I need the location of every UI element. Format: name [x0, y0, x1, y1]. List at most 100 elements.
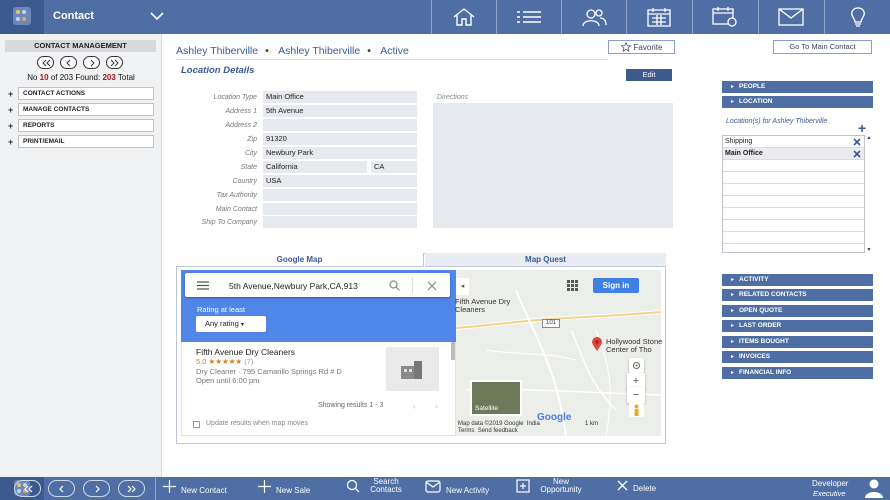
bottom-next-button[interactable]: [83, 480, 110, 497]
pegman-icon[interactable]: [629, 403, 644, 417]
hamburger-menu-icon[interactable]: [197, 281, 209, 290]
bottom-last-button[interactable]: [118, 480, 145, 497]
list-item: [723, 220, 864, 232]
collapse-panel-caret-icon[interactable]: ◂: [456, 278, 469, 295]
map-scale: 1 km: [585, 421, 599, 427]
new-opportunity-button[interactable]: New Opportunity: [516, 478, 587, 494]
result-thumbnail[interactable]: [386, 347, 439, 391]
directions-field[interactable]: [433, 103, 673, 228]
map-place-label[interactable]: Fifth Avenue Dry Cleaners: [455, 298, 515, 314]
tab-map-quest[interactable]: Map Quest: [425, 253, 666, 267]
home-icon[interactable]: [431, 0, 496, 34]
location-button[interactable]: LOCATION: [722, 96, 873, 108]
calendar-icon[interactable]: [626, 0, 691, 34]
locations-scrollbar[interactable]: ▲ ▼: [865, 135, 873, 253]
prev-results-chevron-icon[interactable]: ‹: [413, 401, 416, 411]
list-icon[interactable]: [496, 0, 561, 34]
calendar-gear-icon[interactable]: [692, 0, 757, 34]
main-contact-field[interactable]: [263, 203, 417, 215]
tab-google-map[interactable]: Google Map: [176, 253, 424, 267]
apps-grid-icon[interactable]: [567, 280, 578, 291]
go-to-main-contact-button[interactable]: Go To Main Contact: [773, 40, 872, 54]
next-results-chevron-icon[interactable]: ›: [435, 401, 438, 411]
new-sale-button[interactable]: New Sale: [258, 478, 310, 495]
rating-dropdown[interactable]: Any rating ▾: [196, 316, 266, 332]
delete-location-icon[interactable]: [853, 150, 861, 158]
prev-record-button[interactable]: [60, 56, 77, 69]
location-row-main-office[interactable]: Main Office: [723, 148, 864, 160]
satellite-toggle[interactable]: Satellite: [470, 380, 522, 416]
user-avatar-icon[interactable]: [864, 478, 884, 498]
location-row-shipping[interactable]: Shipping: [723, 136, 864, 148]
items-bought-button[interactable]: ITEMS BOUGHT: [722, 336, 873, 348]
location-type-field[interactable]: Main Office: [263, 91, 417, 103]
bottom-first-button[interactable]: [14, 480, 41, 497]
print-email-button[interactable]: PRINT/EMAIL: [18, 135, 154, 148]
state-field[interactable]: California: [263, 161, 367, 173]
invoices-button[interactable]: INVOICES: [722, 351, 873, 363]
close-icon[interactable]: [427, 281, 437, 291]
zip-field[interactable]: 91320: [263, 133, 417, 145]
first-record-button[interactable]: [37, 56, 54, 69]
lightbulb-icon[interactable]: [824, 0, 890, 34]
update-results-label: Update results when map moves: [206, 420, 308, 427]
people-icon[interactable]: [561, 0, 626, 34]
plus-icon: +: [8, 89, 14, 99]
result-name[interactable]: Fifth Avenue Dry Cleaners: [196, 347, 295, 357]
results-scrollbar[interactable]: [451, 342, 455, 360]
add-location-plus-icon[interactable]: +: [858, 121, 866, 135]
tax-authority-field[interactable]: [263, 189, 417, 201]
reports-button[interactable]: REPORTS: [18, 119, 154, 132]
open-quote-button[interactable]: OPEN QUOTE: [722, 305, 873, 317]
chevron-right-icon: [90, 59, 95, 66]
delete-button[interactable]: Delete: [617, 478, 656, 493]
people-button[interactable]: PEOPLE: [722, 81, 873, 93]
new-contact-button[interactable]: New Contact: [163, 478, 227, 495]
contact-actions-button[interactable]: CONTACT ACTIONS: [18, 87, 154, 100]
edit-button[interactable]: Edit: [626, 69, 672, 81]
map-search-input[interactable]: 5th Avenue,Newbury Park,CA,913: [229, 281, 358, 291]
delete-location-icon[interactable]: [853, 138, 861, 146]
state-code-field[interactable]: CA: [371, 161, 417, 173]
activity-button[interactable]: ACTIVITY: [722, 274, 873, 286]
bottom-prev-button[interactable]: [48, 480, 75, 497]
contact-company[interactable]: Ashley Thiberville: [278, 45, 360, 57]
update-results-checkbox[interactable]: [193, 421, 200, 428]
mail-icon[interactable]: [758, 0, 823, 34]
favorite-button[interactable]: Favorite: [608, 40, 675, 54]
plus-icon: +: [8, 105, 14, 115]
highway-shield: 101: [542, 319, 560, 328]
left-panel: [0, 34, 162, 477]
app-menu-chevron-icon[interactable]: [150, 11, 164, 21]
chevron-left-icon: [58, 485, 63, 492]
contact-name[interactable]: Ashley Thiberville: [176, 45, 258, 57]
sign-in-button[interactable]: Sign in: [593, 278, 639, 293]
search-icon[interactable]: [389, 280, 400, 291]
address1-field[interactable]: 5th Avenue: [263, 105, 417, 117]
address2-field[interactable]: [263, 119, 417, 131]
app-logo[interactable]: [0, 0, 44, 34]
my-location-icon[interactable]: [629, 358, 644, 373]
next-record-button[interactable]: [83, 56, 100, 69]
new-activity-button[interactable]: New Activity: [425, 478, 489, 495]
manage-contacts-button[interactable]: MANAGE CONTACTS: [18, 103, 154, 116]
send-feedback-link[interactable]: Send feedback: [478, 428, 518, 434]
city-field[interactable]: Newbury Park: [263, 147, 417, 159]
location-type-label: Location Type: [213, 94, 257, 101]
terms-link[interactable]: Terms: [458, 428, 474, 434]
user-role: Executive: [813, 489, 846, 498]
locations-list: Shipping Main Office: [722, 135, 865, 253]
last-record-button[interactable]: [106, 56, 123, 69]
ship-to-company-field[interactable]: [263, 216, 417, 228]
map-place-label[interactable]: Hollywood Stone Center of Tho: [606, 338, 666, 354]
related-contacts-button[interactable]: RELATED CONTACTS: [722, 289, 873, 301]
list-item: [723, 184, 864, 196]
search-contacts-button[interactable]: Search Contacts: [346, 478, 407, 494]
zoom-out-button[interactable]: −: [627, 387, 645, 403]
last-order-button[interactable]: LAST ORDER: [722, 320, 873, 332]
country-field[interactable]: USA: [263, 175, 417, 187]
contact-header: Ashley Thiberville • Ashley Thiberville • …: [176, 45, 409, 57]
financial-info-button[interactable]: FINANCIAL INFO: [722, 367, 873, 379]
locations-for-label: Location(s) for Ashley Thiberville: [726, 118, 828, 125]
map-pin-icon[interactable]: [592, 337, 602, 351]
